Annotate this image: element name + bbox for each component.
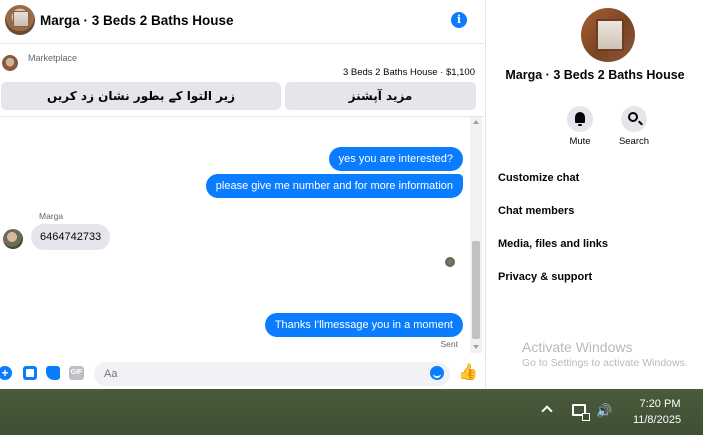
search-button[interactable] bbox=[621, 106, 647, 132]
bell-icon bbox=[575, 112, 585, 126]
sticker-icon[interactable] bbox=[46, 366, 60, 380]
chat-header: Marga · 3 Beds 2 Baths House i bbox=[0, 0, 484, 44]
sender-avatar[interactable] bbox=[3, 229, 23, 249]
listing-title-price[interactable]: 3 Beds 2 Baths House · $1,100 bbox=[343, 67, 475, 78]
clock-date[interactable]: 11/8/2025 bbox=[624, 414, 690, 426]
mark-pending-button[interactable]: زیر التوا کے بطور نشان زد کریں bbox=[1, 82, 281, 110]
search-icon bbox=[628, 112, 638, 122]
chat-title[interactable]: Marga · 3 Beds 2 Baths House bbox=[40, 13, 234, 28]
plus-icon[interactable]: + bbox=[0, 366, 12, 380]
chat-members-item[interactable]: Chat members bbox=[498, 205, 574, 217]
scroll-up-arrow-icon[interactable] bbox=[473, 120, 479, 124]
privacy-support-item[interactable]: Privacy & support bbox=[498, 271, 592, 283]
seen-indicator-avatar bbox=[445, 257, 455, 267]
outgoing-message[interactable]: please give me number and for more infor… bbox=[205, 174, 463, 198]
scrollbar[interactable] bbox=[470, 117, 482, 353]
message-input[interactable] bbox=[94, 362, 450, 386]
customize-chat-item[interactable]: Customize chat bbox=[498, 172, 579, 184]
info-icon[interactable]: i bbox=[451, 12, 467, 28]
marketplace-label: Marketplace bbox=[28, 53, 78, 63]
message-status: Sent bbox=[440, 339, 459, 349]
media-files-links-item[interactable]: Media, files and links bbox=[498, 238, 608, 250]
thumbs-up-icon[interactable]: 👍 bbox=[458, 364, 478, 382]
search-label: Search bbox=[618, 136, 650, 147]
outgoing-message[interactable]: yes you are interested? bbox=[328, 147, 463, 171]
incoming-message[interactable]: 6464742733 bbox=[31, 224, 111, 250]
activate-windows-title: Activate Windows bbox=[522, 339, 633, 355]
emoji-icon[interactable] bbox=[430, 366, 444, 380]
network-icon[interactable] bbox=[572, 404, 590, 421]
activate-windows-subtitle: Go to Settings to activate Windows. bbox=[522, 357, 688, 369]
scroll-thumb[interactable] bbox=[472, 241, 480, 339]
message-thread[interactable]: yes you are interested? please give me n… bbox=[0, 117, 470, 353]
conversation-title: Marga · 3 Beds 2 Baths House bbox=[505, 68, 685, 82]
mute-label: Mute bbox=[569, 136, 591, 147]
avatar[interactable] bbox=[5, 5, 35, 35]
marketplace-actions: زیر التوا کے بطور نشان زد کریں مزید آپشن… bbox=[0, 82, 484, 110]
composer: + GIF 👍 bbox=[0, 360, 484, 388]
show-hidden-icons-chevron-icon[interactable] bbox=[541, 405, 553, 417]
scroll-down-arrow-icon[interactable] bbox=[473, 345, 479, 349]
messenger-window: Marga · 3 Beds 2 Baths House i Marketpla… bbox=[0, 0, 703, 389]
clock-time[interactable]: 7:20 PM bbox=[630, 398, 690, 410]
sender-name: Marga bbox=[39, 211, 64, 221]
marketplace-avatar bbox=[2, 55, 18, 71]
gif-icon[interactable]: GIF bbox=[69, 366, 84, 380]
mute-button[interactable] bbox=[567, 106, 593, 132]
photo-icon[interactable] bbox=[23, 366, 37, 380]
outgoing-message[interactable]: Thanks I'llmessage you in a moment bbox=[264, 313, 463, 337]
chat-panel: Marga · 3 Beds 2 Baths House i Marketpla… bbox=[0, 0, 484, 389]
volume-icon[interactable]: 🔊 bbox=[596, 403, 612, 419]
more-options-button[interactable]: مزید آپشنز bbox=[285, 82, 476, 110]
taskbar: 🔊 7:20 PM 11/8/2025 bbox=[0, 389, 703, 435]
conversation-avatar bbox=[581, 8, 635, 62]
conversation-info-panel: Marga · 3 Beds 2 Baths House Mute Search… bbox=[485, 0, 703, 389]
